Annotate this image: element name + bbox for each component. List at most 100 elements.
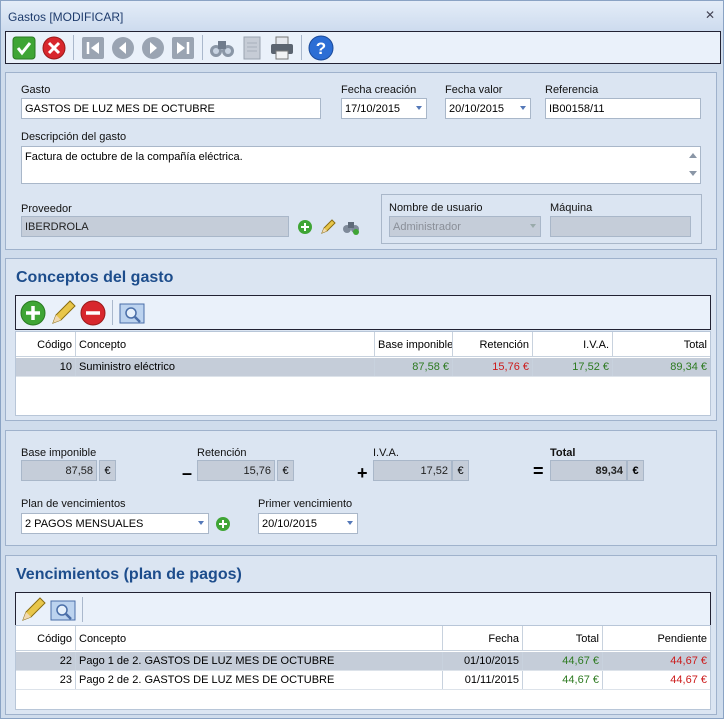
general-panel: Gasto GASTOS DE LUZ MES DE OCTUBRE Fecha… — [5, 72, 717, 250]
total-value: 89,34 — [550, 460, 627, 481]
col-total[interactable]: Total — [523, 626, 603, 650]
fecha-valor-picker[interactable]: 20/10/2015 — [445, 98, 531, 119]
col-pendiente[interactable]: Pendiente — [603, 626, 710, 650]
col-total[interactable]: Total — [613, 332, 710, 356]
fecha-valor-label: Fecha valor — [445, 84, 503, 96]
last-record-icon[interactable] — [168, 33, 197, 62]
user-info-box: Nombre de usuario Administrador Máquina — [381, 194, 702, 244]
fecha-creacion-picker[interactable]: 17/10/2015 — [341, 98, 427, 119]
vencimientos-grid: Código Concepto Fecha Total Pendiente 22… — [15, 625, 711, 710]
primer-label: Primer vencimiento — [258, 498, 353, 510]
view-icon[interactable] — [117, 298, 146, 327]
gasto-label: Gasto — [21, 84, 51, 96]
previous-record-icon[interactable] — [108, 33, 137, 62]
toolbar-separator — [202, 35, 203, 60]
retencion-currency: € — [277, 460, 294, 481]
cell-concepto: Pago 1 de 2. GASTOS DE LUZ MES DE OCTUBR… — [76, 652, 443, 670]
expense-window: Gastos [MODIFICAR] ✕ ? Gasto GASTOS DE L… — [0, 0, 724, 719]
cell-fecha: 01/10/2015 — [443, 652, 523, 670]
document-icon[interactable] — [237, 33, 266, 62]
conceptos-title: Conceptos del gasto — [16, 269, 174, 286]
cell-total: 44,67 € — [523, 671, 603, 689]
toolbar-separator — [301, 35, 302, 60]
conceptos-toolbar — [15, 295, 711, 330]
table-row[interactable]: 10 Suministro eléctrico 87,58 € 15,76 € … — [16, 358, 710, 377]
cell-base: 87,58 € — [375, 358, 453, 376]
total-label: Total — [550, 447, 576, 459]
chevron-down-icon[interactable] — [416, 106, 422, 110]
col-base[interactable]: Base imponible — [375, 332, 453, 356]
conceptos-grid-header: Código Concepto Base imponible Retención… — [16, 332, 710, 357]
descripcion-label: Descripción del gasto — [21, 131, 127, 143]
col-fecha[interactable]: Fecha — [443, 626, 523, 650]
scroll-up-icon[interactable] — [689, 153, 697, 158]
add-proveedor-icon[interactable] — [297, 219, 313, 238]
primer-picker[interactable]: 20/10/2015 — [258, 513, 358, 534]
fecha-valor-value: 20/10/2015 — [449, 103, 505, 115]
vencimientos-toolbar — [15, 592, 711, 627]
retencion-label: Retención — [197, 447, 247, 459]
delete-icon[interactable] — [78, 298, 107, 327]
edit-proveedor-icon[interactable] — [319, 218, 337, 239]
scroll-down-icon[interactable] — [689, 171, 697, 176]
col-concepto[interactable]: Concepto — [76, 332, 375, 356]
search-proveedor-icon[interactable] — [342, 218, 360, 239]
col-concepto[interactable]: Concepto — [76, 626, 443, 650]
next-record-icon[interactable] — [138, 33, 167, 62]
usuario-value: Administrador — [393, 221, 461, 233]
chevron-down-icon[interactable] — [198, 521, 204, 525]
equals-sign: = — [533, 461, 544, 481]
gasto-input[interactable]: GASTOS DE LUZ MES DE OCTUBRE — [21, 98, 321, 119]
totals-panel: Base imponible 87,58 € – Retención 15,76… — [5, 430, 717, 546]
maquina-input — [550, 216, 691, 237]
iva-label: I.V.A. — [373, 447, 399, 459]
chevron-down-icon[interactable] — [347, 521, 353, 525]
cell-pendiente: 44,67 € — [670, 655, 707, 667]
close-icon[interactable]: ✕ — [702, 7, 718, 23]
svg-text:?: ? — [315, 39, 325, 58]
referencia-label: Referencia — [545, 84, 599, 96]
binoculars-icon[interactable] — [207, 33, 236, 62]
base-label: Base imponible — [21, 447, 97, 459]
vencimientos-panel: Vencimientos (plan de pagos) Código Conc… — [5, 555, 717, 715]
first-record-icon[interactable] — [78, 33, 107, 62]
table-row[interactable]: 23 Pago 2 de 2. GASTOS DE LUZ MES DE OCT… — [16, 671, 710, 690]
iva-currency: € — [452, 460, 469, 481]
col-iva[interactable]: I.V.A. — [533, 332, 613, 356]
plan-select[interactable]: 2 PAGOS MENSUALES — [21, 513, 209, 534]
maquina-label: Máquina — [550, 202, 593, 214]
vencimientos-grid-header: Código Concepto Fecha Total Pendiente — [16, 626, 710, 651]
toolbar-separator — [82, 597, 83, 622]
fecha-creacion-value: 17/10/2015 — [345, 103, 401, 115]
referencia-input[interactable]: IB00158/11 — [545, 98, 701, 119]
accept-icon[interactable] — [9, 33, 38, 62]
edit-icon[interactable] — [48, 298, 77, 327]
chevron-down-icon — [530, 224, 536, 228]
col-codigo[interactable]: Código — [16, 332, 76, 356]
vencimientos-title: Vencimientos (plan de pagos) — [16, 566, 242, 583]
cell-fecha: 01/11/2015 — [443, 671, 523, 689]
window-title: Gastos [MODIFICAR] — [8, 10, 124, 24]
cancel-icon[interactable] — [39, 33, 68, 62]
chevron-down-icon[interactable] — [520, 106, 526, 110]
proveedor-input[interactable]: IBERDROLA — [21, 216, 289, 237]
add-plan-icon[interactable] — [215, 516, 231, 535]
minus-sign: – — [182, 463, 193, 483]
usuario-label: Nombre de usuario — [389, 202, 483, 214]
total-currency: € — [627, 460, 644, 481]
cell-pendiente: 44,67 € — [670, 674, 707, 686]
toolbar-separator — [112, 300, 113, 325]
printer-icon[interactable] — [267, 33, 296, 62]
view-icon[interactable] — [48, 595, 77, 624]
cell-concepto: Suministro eléctrico — [76, 358, 375, 376]
col-codigo[interactable]: Código — [16, 626, 76, 650]
col-retencion[interactable]: Retención — [453, 332, 533, 356]
descripcion-textarea[interactable]: Factura de octubre de la compañía eléctr… — [21, 146, 701, 184]
table-row[interactable]: 22 Pago 1 de 2. GASTOS DE LUZ MES DE OCT… — [16, 652, 710, 671]
cell-codigo: 22 — [16, 652, 76, 670]
edit-icon[interactable] — [18, 595, 47, 624]
help-icon[interactable]: ? — [306, 33, 335, 62]
base-currency: € — [99, 460, 116, 481]
add-icon[interactable] — [18, 298, 47, 327]
conceptos-panel: Conceptos del gasto Código Concepto Base… — [5, 258, 717, 421]
